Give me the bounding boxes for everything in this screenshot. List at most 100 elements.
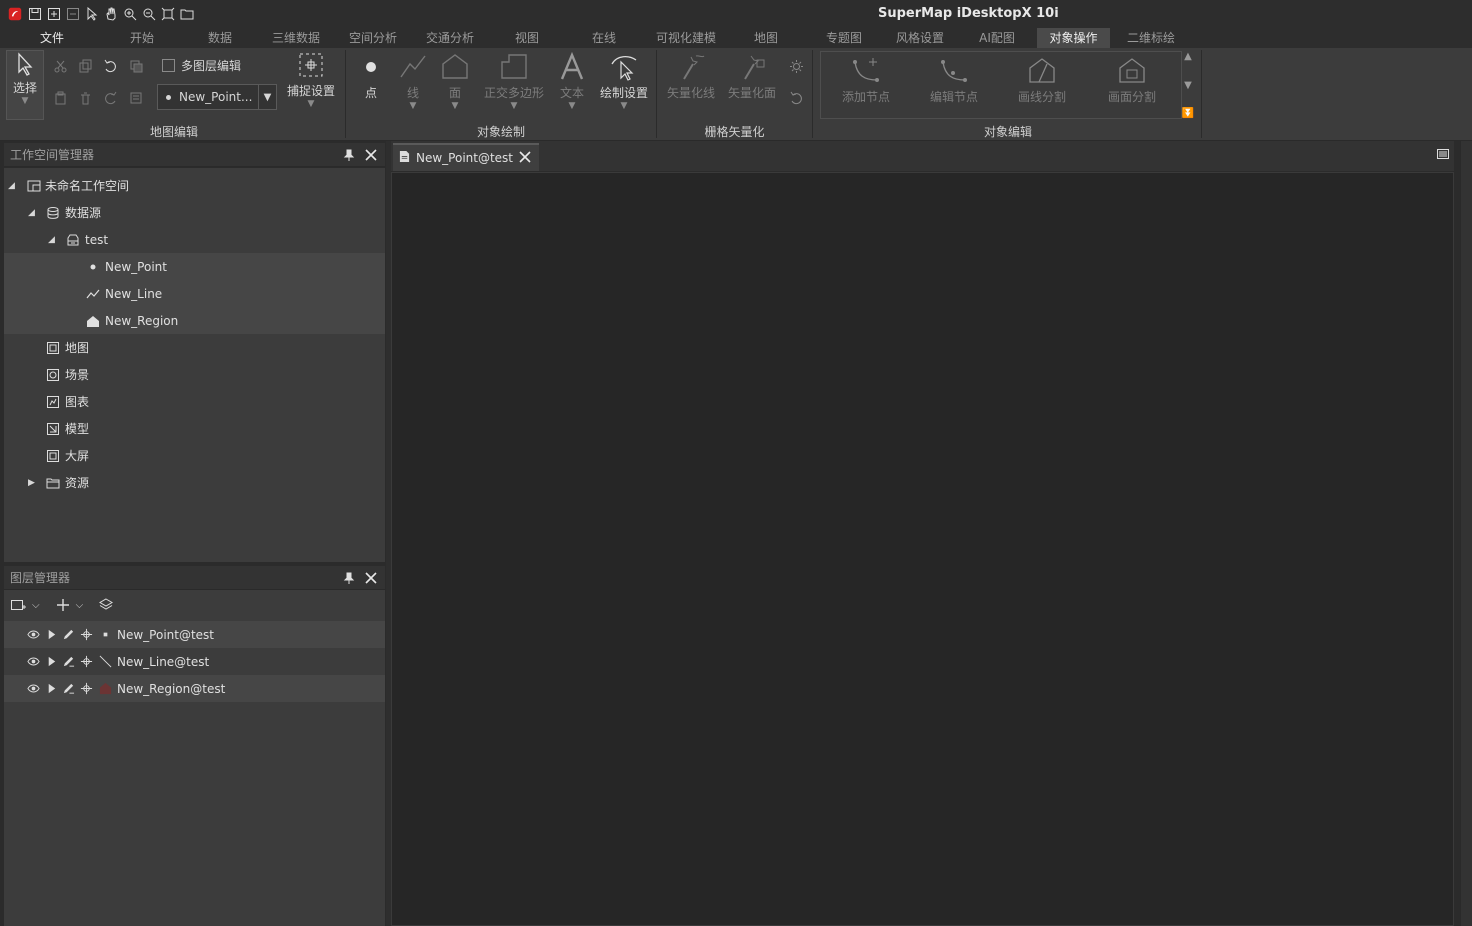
pin-icon[interactable] (340, 569, 358, 587)
tab-map[interactable]: 地图 (742, 28, 790, 48)
add-layer-icon[interactable] (56, 596, 70, 614)
current-layer-combo[interactable]: New_Point... ▼ (157, 84, 277, 110)
doc-tab-new-point[interactable]: New_Point@test (393, 143, 539, 171)
expand-gallery-icon[interactable]: ⏬ (1182, 108, 1194, 119)
tab-file[interactable]: 文件 (28, 28, 76, 48)
expand-triangle-icon[interactable]: ◢ (28, 208, 35, 218)
region-split-button[interactable]: 画面分割 (1101, 56, 1163, 105)
draw-region-button[interactable]: 面 ▼ (438, 52, 472, 111)
edit-node-button[interactable]: 编辑节点 (923, 56, 985, 105)
tab-ai-mapping[interactable]: AI配图 (970, 28, 1024, 48)
redo-icon[interactable] (101, 89, 119, 107)
draw-line-button[interactable]: 线 ▼ (396, 52, 430, 111)
export-icon[interactable] (65, 6, 81, 22)
tab-view[interactable]: 视图 (503, 28, 551, 48)
app-logo-icon[interactable] (6, 5, 24, 23)
clear-selection-icon[interactable] (127, 57, 145, 75)
pan-hand-icon[interactable] (103, 6, 119, 22)
selectable-arrow-icon[interactable] (44, 655, 58, 669)
snappable-target-icon[interactable] (79, 655, 93, 669)
gallery-scroll[interactable]: ▲ ▼ ⏬ (1181, 51, 1195, 119)
add-layer-group-icon[interactable] (10, 596, 26, 614)
cut-icon[interactable] (51, 57, 69, 75)
tree-item-datasources[interactable]: ◢ 数据源 (4, 199, 385, 226)
chevron-down-icon[interactable]: ▼ (258, 85, 276, 109)
layer-stack-icon[interactable] (99, 596, 114, 614)
tree-item-models[interactable]: 模型 (4, 415, 385, 442)
tree-item-screens[interactable]: 大屏 (4, 442, 385, 469)
paste-icon[interactable] (51, 89, 69, 107)
multi-layer-edit-toggle[interactable]: 多图层编辑 (162, 57, 241, 74)
vectorize-region-button[interactable]: 矢量化面 (724, 52, 780, 101)
document-list-icon[interactable] (1436, 147, 1450, 161)
draw-settings-button[interactable]: 绘制设置 ▼ (596, 52, 652, 111)
close-icon[interactable] (519, 150, 531, 166)
chevron-down-icon[interactable]: ⌵ (32, 596, 40, 614)
tree-item-scenes[interactable]: 场景 (4, 361, 385, 388)
tab-spatial-analysis[interactable]: 空间分析 (341, 28, 405, 48)
snap-settings-button[interactable]: 捕捉设置 ▼ (284, 50, 338, 109)
undo-icon[interactable] (101, 57, 119, 75)
tab-visual-modeling[interactable]: 可视化建模 (648, 28, 724, 48)
expand-triangle-icon[interactable]: ◢ (48, 235, 55, 245)
orthogonal-polygon-button[interactable]: 正交多边形 ▼ (480, 52, 548, 111)
visibility-eye-icon[interactable] (26, 655, 40, 669)
map-canvas[interactable] (391, 172, 1454, 926)
tree-item-workspace[interactable]: ◢ 未命名工作空间 (4, 172, 385, 199)
tree-item-dataset-point[interactable]: New_Point (4, 253, 385, 280)
tab-3d-data[interactable]: 三维数据 (264, 28, 328, 48)
tree-item-datasource-test[interactable]: ◢ test (4, 226, 385, 253)
right-dock-strip[interactable] (1460, 141, 1472, 926)
save-as-icon[interactable] (46, 6, 62, 22)
close-icon[interactable] (362, 146, 380, 164)
add-node-button[interactable]: 添加节点 (835, 56, 897, 105)
tab-start[interactable]: 开始 (116, 28, 168, 48)
tab-thematic-map[interactable]: 专题图 (817, 28, 871, 48)
full-extent-icon[interactable] (160, 6, 176, 22)
line-split-button[interactable]: 画线分割 (1011, 56, 1073, 105)
snappable-target-icon[interactable] (79, 628, 93, 642)
delete-icon[interactable] (76, 89, 94, 107)
draw-point-button[interactable]: 点 (356, 52, 386, 101)
edit-disabled-pencil-icon[interactable] (61, 682, 75, 696)
layer-row-region[interactable]: New_Region@test (4, 675, 385, 702)
tab-online[interactable]: 在线 (580, 28, 628, 48)
selectable-arrow-icon[interactable] (44, 682, 58, 696)
collapsed-triangle-icon[interactable]: ▶ (28, 478, 35, 488)
property-icon[interactable] (127, 89, 145, 107)
layer-row-point[interactable]: New_Point@test (4, 621, 385, 648)
close-icon[interactable] (362, 569, 380, 587)
multi-layer-edit-checkbox[interactable] (162, 59, 175, 72)
tree-item-maps[interactable]: 地图 (4, 334, 385, 361)
tab-style-settings[interactable]: 风格设置 (888, 28, 952, 48)
visibility-eye-icon[interactable] (26, 682, 40, 696)
layer-row-line[interactable]: New_Line@test (4, 648, 385, 675)
editable-pencil-icon[interactable] (61, 628, 75, 642)
chevron-down-icon[interactable]: ⌵ (76, 596, 84, 614)
copy-icon[interactable] (76, 57, 94, 75)
settings-gear-icon[interactable] (787, 57, 805, 75)
tab-object-operations[interactable]: 对象操作 (1037, 28, 1110, 48)
tab-2d-plotting[interactable]: 二维标绘 (1118, 28, 1184, 48)
scroll-down-icon[interactable]: ▼ (1184, 80, 1192, 91)
save-icon[interactable] (27, 6, 43, 22)
selectable-arrow-icon[interactable] (44, 628, 58, 642)
pin-icon[interactable] (340, 146, 358, 164)
text-button[interactable]: 文本 ▼ (556, 52, 588, 111)
visibility-eye-icon[interactable] (26, 628, 40, 642)
zoom-out-icon[interactable] (141, 6, 157, 22)
zoom-in-icon[interactable] (122, 6, 138, 22)
scroll-up-icon[interactable]: ▲ (1184, 51, 1192, 62)
tree-item-resources[interactable]: ▶ 资源 (4, 469, 385, 496)
select-button[interactable]: 选择 ▼ (6, 50, 44, 120)
tree-item-dataset-line[interactable]: New_Line (4, 280, 385, 307)
tab-data[interactable]: 数据 (194, 28, 246, 48)
snappable-target-icon[interactable] (79, 682, 93, 696)
tab-traffic-analysis[interactable]: 交通分析 (418, 28, 482, 48)
pointer-icon[interactable] (84, 6, 100, 22)
tree-item-charts[interactable]: 图表 (4, 388, 385, 415)
open-folder-icon[interactable] (179, 6, 195, 22)
vectorize-line-button[interactable]: 矢量化线 (662, 52, 720, 101)
edit-disabled-pencil-icon[interactable] (61, 655, 75, 669)
rollback-icon[interactable] (787, 89, 805, 107)
